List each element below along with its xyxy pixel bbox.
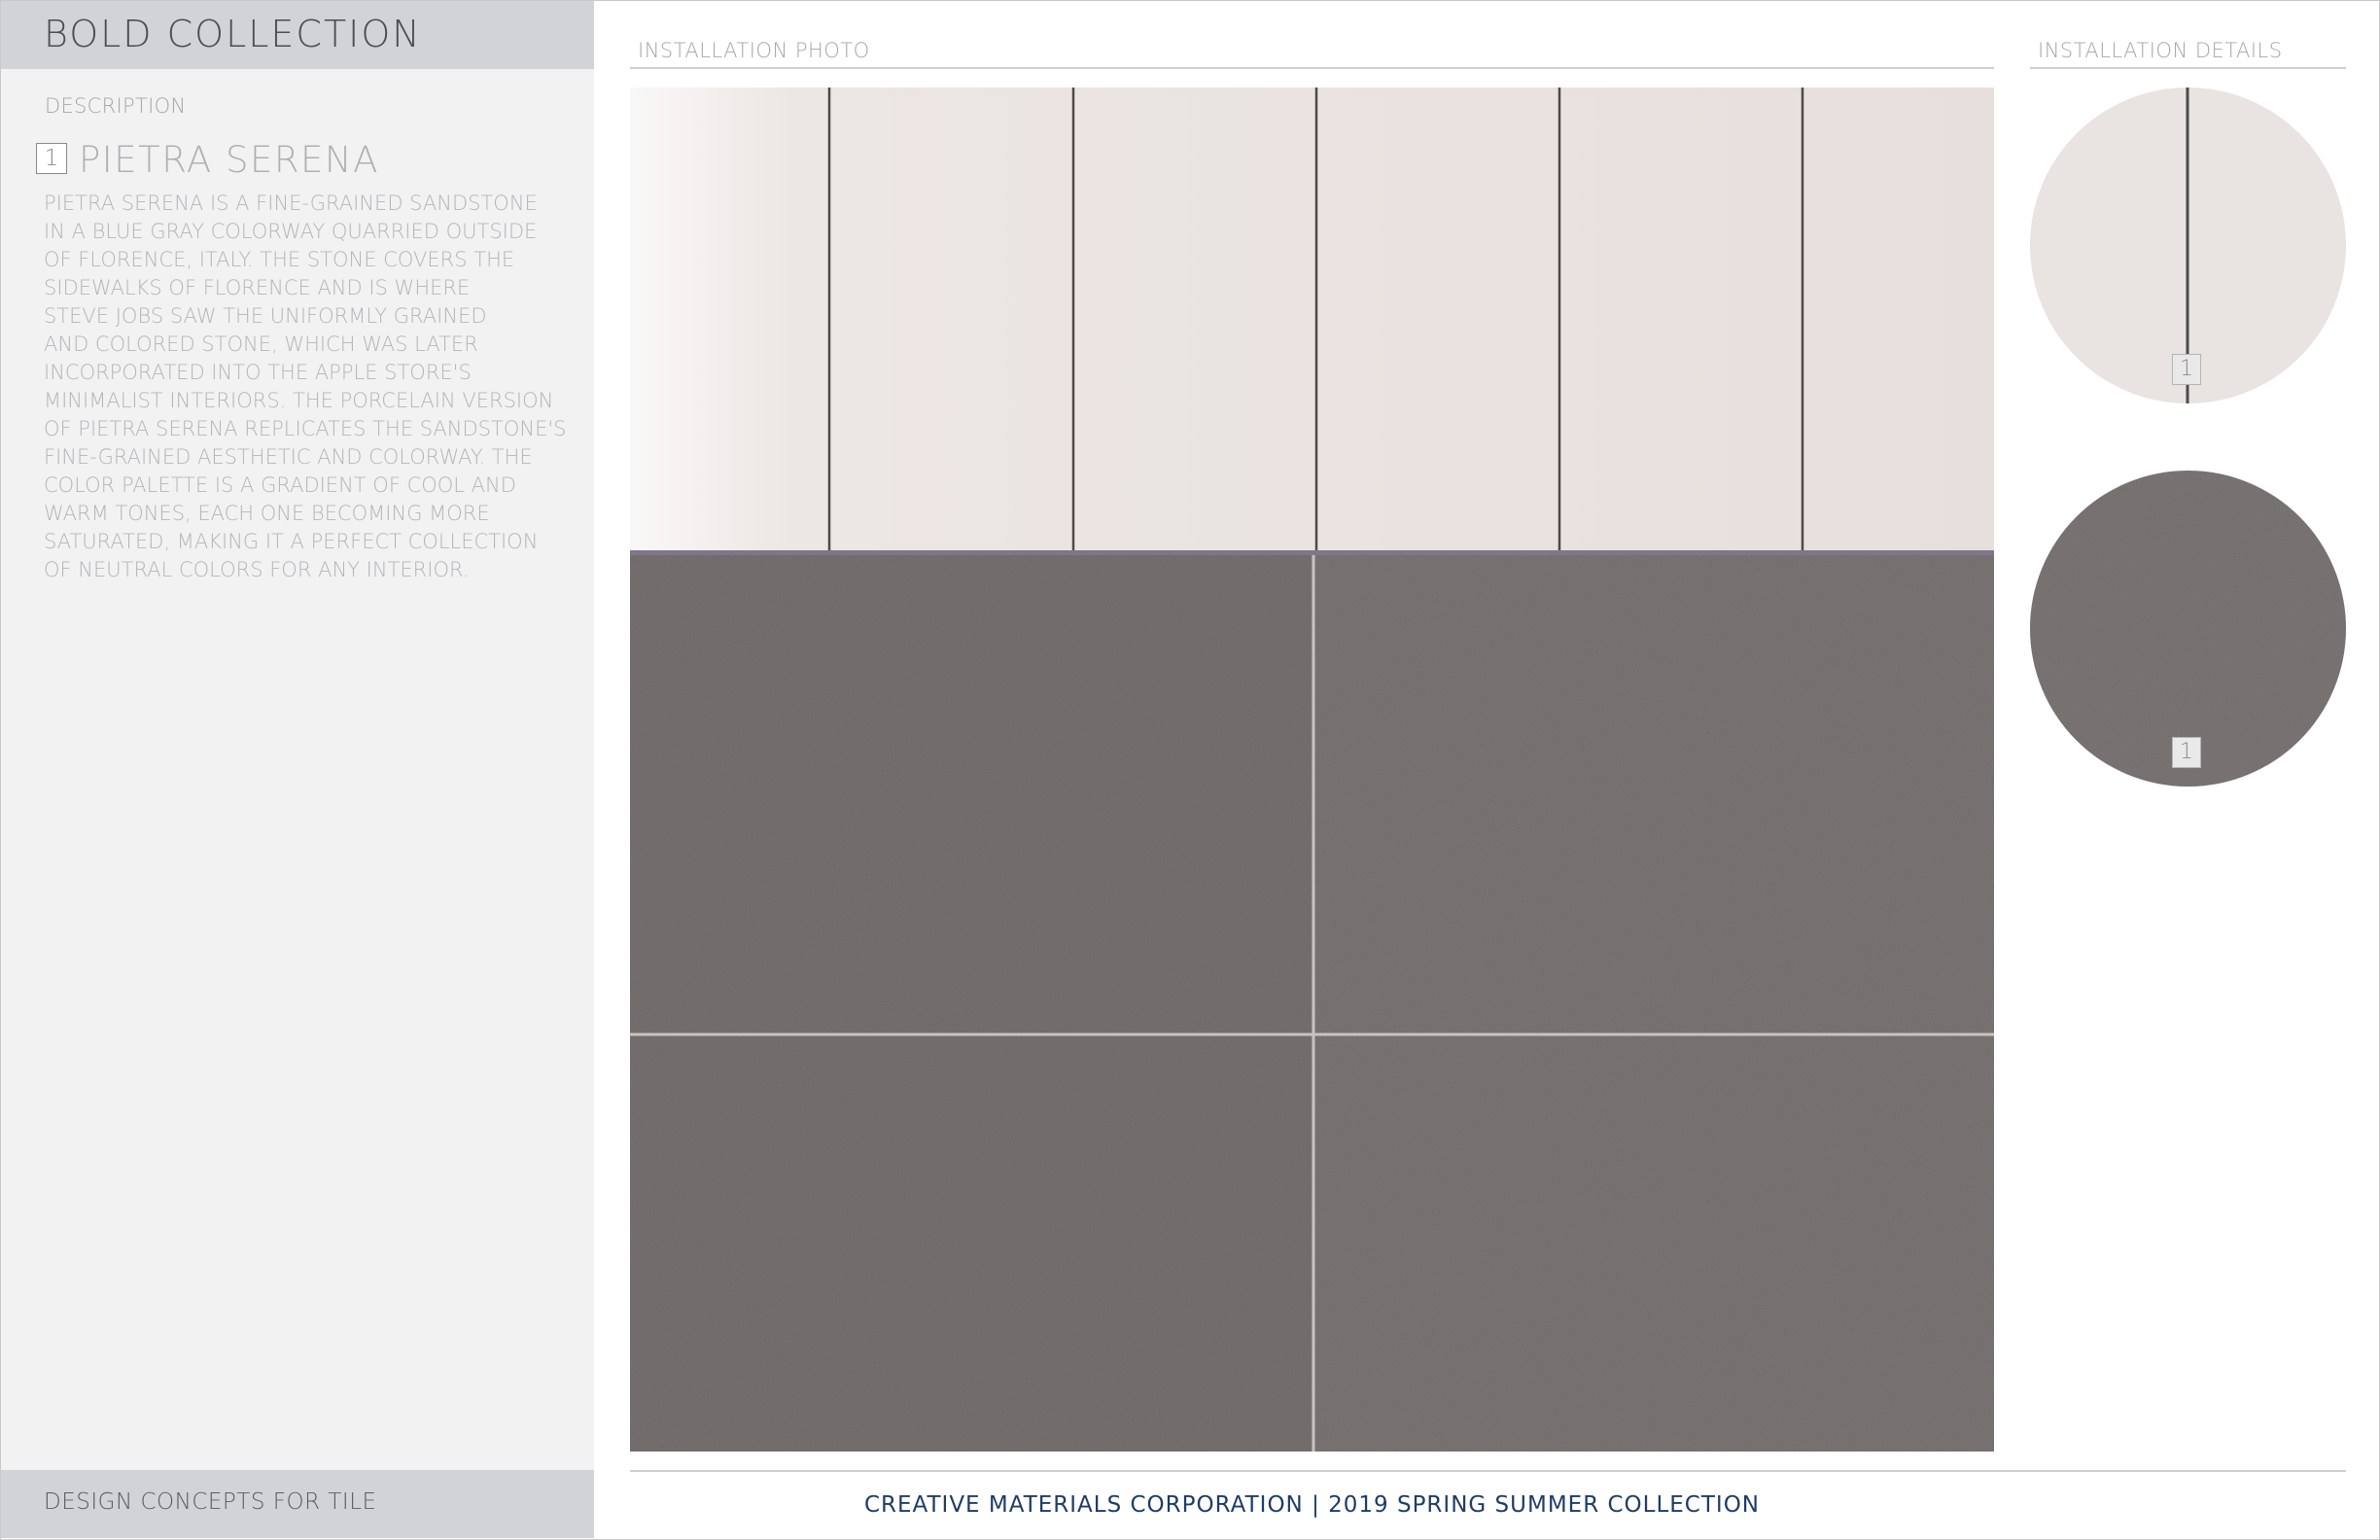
installation-photo-image [630,88,1994,1452]
description-line: SIDEWALKS OF FLORENCE AND IS WHERE [44,276,471,299]
description-line: FINE-GRAINED AESTHETIC AND COLORWAY. THE [44,445,533,469]
installation-details-rule [2030,67,2346,69]
description-line: INCORPORATED INTO THE APPLE STORE'S [44,361,472,384]
sidebar-footer: DESIGN CONCEPTS FOR TILE [1,1470,594,1538]
description-line: OF FLORENCE, ITALY. THE STONE COVERS THE [44,248,515,271]
description-line: STEVE JOBS SAW THE UNIFORMLY GRAINED [44,304,487,328]
description-line: IN A BLUE GRAY COLORWAY QUARRIED OUTSIDE [44,220,538,243]
installation-details-label: INSTALLATION DETAILS [2038,39,2283,62]
description-line: WARM TONES, EACH ONE BECOMING MORE [44,502,490,525]
sidebar: BOLD COLLECTION DESCRIPTION 1 PIETRA SER… [1,1,594,1538]
footer-rule [630,1470,2346,1472]
detail-number-badge: 1 [2172,737,2201,768]
description-label: DESCRIPTION [45,94,187,118]
sidebar-footer-label: DESIGN CONCEPTS FOR TILE [44,1489,377,1515]
detail-number-badge: 1 [2172,354,2201,385]
collection-title: BOLD COLLECTION [44,13,422,55]
description-line: PIETRA SERENA IS A FINE-GRAINED SANDSTON… [44,192,538,215]
description-line: AND COLORED STONE, WHICH WAS LATER [44,332,478,356]
product-number-badge: 1 [36,143,67,174]
product-name: PIETRA SERENA [79,139,379,181]
installation-photo-label: INSTALLATION PHOTO [638,39,870,62]
installation-photo-rule [630,67,1994,69]
footer-text: CREATIVE MATERIALS CORPORATION | 2019 SP… [863,1492,1761,1518]
description-line: SATURATED, MAKING IT A PERFECT COLLECTIO… [44,530,539,553]
product-description: PIETRA SERENA IS A FINE-GRAINED SANDSTON… [44,190,574,584]
installation-photo [630,88,1994,1452]
description-line: OF PIETRA SERENA REPLICATES THE SANDSTON… [44,417,567,440]
collection-header: BOLD COLLECTION [1,1,594,69]
description-line: OF NEUTRAL COLORS FOR ANY INTERIOR. [44,558,470,581]
description-line: COLOR PALETTE IS A GRADIENT OF COOL AND [44,473,516,497]
description-line: MINIMALIST INTERIORS. THE PORCELAIN VERS… [44,389,554,412]
